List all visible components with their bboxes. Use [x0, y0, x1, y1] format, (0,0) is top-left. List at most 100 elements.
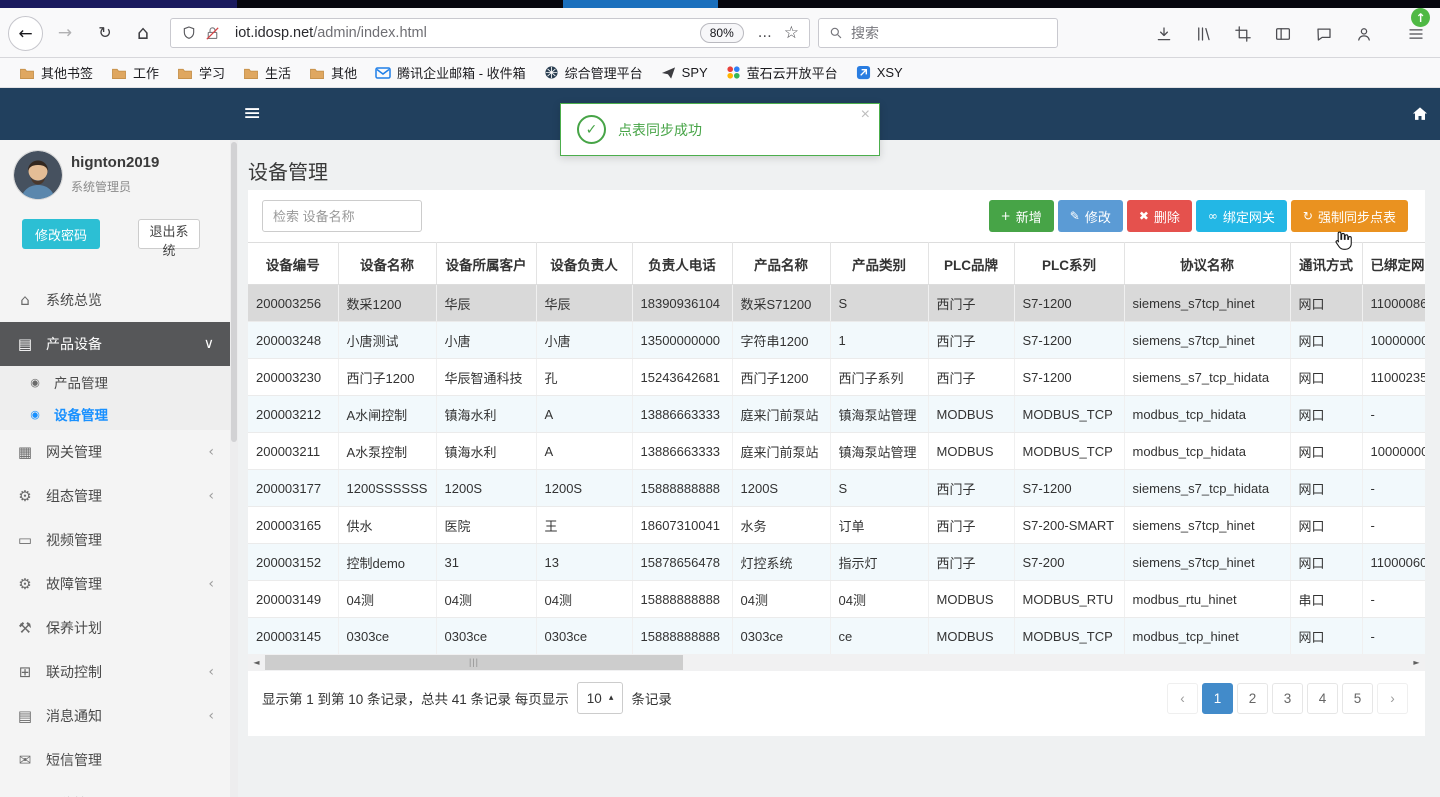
table-row[interactable]: 200003212 A水闸控制 镇海水利 A 13886663333 庭来门前泵…: [248, 395, 1425, 433]
column-header[interactable]: 负责人电话: [632, 242, 733, 285]
scrollbar-track[interactable]: |||: [265, 654, 1408, 671]
sidebar-item-clipped[interactable]: ▣ 上位管理: [0, 782, 230, 797]
zoom-level[interactable]: 80%: [699, 23, 744, 43]
table-row[interactable]: 200003149 04测 04测 04测 15888888888 04测 04…: [248, 580, 1425, 618]
sidebar-item-product-management[interactable]: ◉ 产品管理: [0, 366, 230, 398]
bookmarks-bar: 其他书签 工作 学习 生活 其他 腾讯企业邮箱 - 收件箱 综合管理平台 SPY…: [0, 58, 1440, 88]
sidebar-collapse-icon[interactable]: ≡: [243, 101, 261, 127]
sidebar-item-message-notification[interactable]: ▤ 消息通知 ‹: [0, 694, 230, 738]
column-header[interactable]: 产品名称: [732, 242, 831, 285]
bookmark-folder[interactable]: 生活: [234, 61, 300, 85]
scroll-left-icon[interactable]: ◄: [248, 654, 265, 671]
library-button[interactable]: [1191, 21, 1217, 47]
delete-button[interactable]: ✖ 删除: [1126, 200, 1192, 232]
table-row[interactable]: 200003248 小唐测试 小唐 小唐 13500000000 字符串1200…: [248, 321, 1425, 359]
update-available-icon[interactable]: ↑: [1411, 8, 1430, 27]
bookmark-folder[interactable]: 工作: [102, 61, 168, 85]
sidebar-item-configuration-management[interactable]: ⚙ 组态管理 ‹: [0, 474, 230, 518]
table-row[interactable]: 200003152 控制demo 31 13 15878656478 灯控系统 …: [248, 543, 1425, 581]
scrollbar-thumb[interactable]: |||: [265, 655, 683, 670]
add-button[interactable]: + 新增: [988, 200, 1054, 232]
table-cell: 网口: [1290, 432, 1363, 470]
logout-button[interactable]: 退出系统: [138, 219, 200, 258]
url-bar[interactable]: iot.idosp.net/admin/index.html 80% … ☆: [170, 18, 810, 48]
sidebar-scrollbar[interactable]: [230, 140, 238, 797]
table-cell: 04测: [338, 580, 437, 618]
main-content: 设备管理 + 新增 ✎ 修改 ✖ 删除 ∞ 绑定网关: [238, 140, 1440, 797]
browser-search-field[interactable]: 搜索: [818, 18, 1058, 48]
table-cell: 西门子1200: [338, 358, 437, 396]
sidebar-item-device-management[interactable]: ◉ 设备管理: [0, 398, 230, 430]
column-header[interactable]: 设备编号: [248, 242, 339, 285]
sidebar-item-gateway-management[interactable]: ▦ 网关管理 ‹: [0, 430, 230, 474]
page-button-2[interactable]: 2: [1237, 682, 1268, 714]
sidebar-toggle-button[interactable]: [1270, 21, 1296, 47]
table-cell: 华辰: [536, 284, 633, 322]
table-row[interactable]: 200003177 1200SSSSSS 1200S 1200S 1588888…: [248, 469, 1425, 507]
toast-close-icon[interactable]: ×: [861, 107, 870, 123]
bookmark-item[interactable]: 萤石云开放平台: [717, 61, 847, 85]
account-button[interactable]: [1351, 21, 1377, 47]
bookmark-item[interactable]: XSY: [847, 61, 912, 85]
table-row[interactable]: 200003256 数采1200 华辰 华辰 18390936104 数采S71…: [248, 284, 1425, 322]
bookmark-star-icon[interactable]: ☆: [784, 23, 799, 43]
bookmark-item[interactable]: 腾讯企业邮箱 - 收件箱: [366, 61, 535, 85]
device-panel: + 新增 ✎ 修改 ✖ 删除 ∞ 绑定网关 ↻ 强制同步点表: [248, 190, 1425, 736]
column-header[interactable]: 产品类别: [830, 242, 929, 285]
sidebar-item-product-device[interactable]: ▤ 产品设备 ∨: [0, 322, 230, 366]
page-size-select[interactable]: 10 ▴: [576, 682, 624, 714]
device-search-input[interactable]: [262, 200, 422, 232]
bookmark-folder[interactable]: 其他书签: [10, 61, 102, 85]
sidebar-item-sms-management[interactable]: ✉ 短信管理: [0, 738, 230, 782]
reload-button[interactable]: ↻: [90, 16, 120, 49]
scroll-right-icon[interactable]: ►: [1408, 654, 1425, 671]
app-home-icon[interactable]: [1410, 104, 1430, 129]
prev-page-button[interactable]: ‹: [1167, 682, 1198, 714]
column-header[interactable]: PLC品牌: [928, 242, 1015, 285]
home-button[interactable]: ⌂: [128, 16, 158, 49]
edit-button[interactable]: ✎ 修改: [1057, 200, 1123, 232]
forward-button[interactable]: →: [50, 16, 80, 49]
page-button-1[interactable]: 1: [1202, 682, 1233, 714]
sidebar-item-label: 系统总览: [46, 292, 102, 308]
chevron-left-icon: ‹: [208, 708, 214, 724]
change-password-button[interactable]: 修改密码: [22, 219, 100, 249]
tracking-protection-shield-icon[interactable]: [181, 25, 197, 41]
sidebar-item-fault-management[interactable]: ⚙ 故障管理 ‹: [0, 562, 230, 606]
table-row[interactable]: 200003230 西门子1200 华辰智通科技 孔 15243642681 西…: [248, 358, 1425, 396]
page-button-3[interactable]: 3: [1272, 682, 1303, 714]
download-button[interactable]: [1151, 21, 1177, 47]
table-cell: 04测: [536, 580, 633, 618]
screenshot-button[interactable]: [1230, 21, 1256, 47]
bind-gateway-button[interactable]: ∞ 绑定网关: [1195, 200, 1287, 232]
table-h-scrollbar[interactable]: ◄ ||| ►: [248, 654, 1425, 671]
insecure-lock-icon[interactable]: [204, 25, 221, 42]
avatar[interactable]: [13, 150, 63, 200]
page-button-4[interactable]: 4: [1307, 682, 1338, 714]
bookmark-folder[interactable]: 学习: [168, 61, 234, 85]
table-row[interactable]: 200003211 A水泵控制 镇海水利 A 13886663333 庭来门前泵…: [248, 432, 1425, 470]
sidebar-item-linkage-control[interactable]: ⊞ 联动控制 ‹: [0, 650, 230, 694]
messages-button[interactable]: [1311, 21, 1337, 47]
page-button-5[interactable]: 5: [1342, 682, 1373, 714]
table-row[interactable]: 200003165 供水 医院 王 18607310041 水务 订单 西门子 …: [248, 506, 1425, 544]
bookmark-item[interactable]: 综合管理平台: [535, 61, 652, 85]
bookmark-folder[interactable]: 其他: [300, 61, 366, 85]
table-row[interactable]: 200003145 0303ce 0303ce 0303ce 158888888…: [248, 617, 1425, 654]
sidebar-item-system-overview[interactable]: ⌂ 系统总览: [0, 278, 230, 322]
scrollbar-thumb[interactable]: [231, 142, 237, 442]
table-header-row: 设备编号 设备名称 设备所属客户 设备负责人 负责人电话 产品名称 产品类别 P…: [248, 242, 1425, 285]
column-header[interactable]: 协议名称: [1124, 242, 1291, 285]
bookmark-item[interactable]: SPY: [652, 61, 717, 85]
column-header[interactable]: 已绑定网关: [1362, 242, 1425, 285]
column-header[interactable]: PLC系列: [1014, 242, 1125, 285]
column-header[interactable]: 设备负责人: [536, 242, 633, 285]
column-header[interactable]: 设备所属客户: [436, 242, 537, 285]
titlebar-segment-active-tab: [563, 0, 718, 8]
column-header[interactable]: 设备名称: [338, 242, 437, 285]
next-page-button[interactable]: ›: [1377, 682, 1408, 714]
back-button[interactable]: ←: [8, 16, 43, 51]
sidebar-item-maintenance-plan[interactable]: ⚒ 保养计划: [0, 606, 230, 650]
page-actions-icon[interactable]: …: [758, 25, 772, 41]
sidebar-item-video-management[interactable]: ▭ 视频管理: [0, 518, 230, 562]
